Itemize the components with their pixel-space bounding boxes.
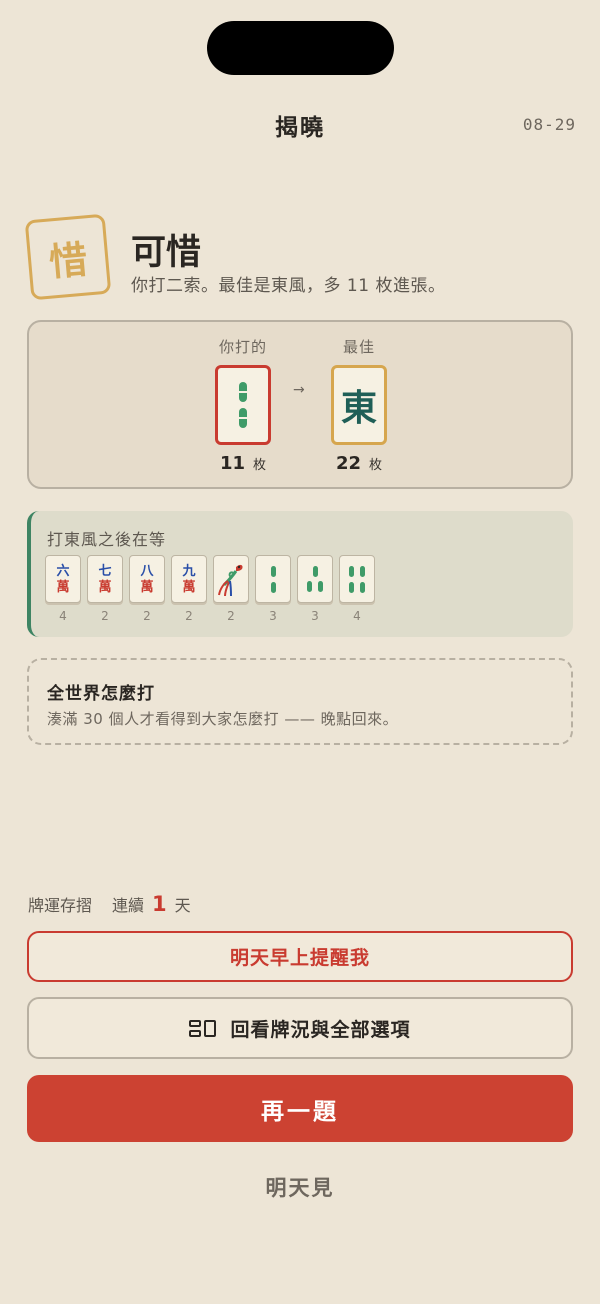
bamboo-stick-icon	[307, 581, 312, 592]
waiting-tile: 2	[213, 555, 249, 623]
tile-seven-character: 七萬	[87, 555, 123, 603]
world-stats-subtitle: 湊滿 30 個人才看得到大家怎麼打 —— 晚點回來。	[47, 710, 399, 728]
bamboo-stick-icon	[239, 408, 247, 428]
tile-remaining-count: 2	[101, 609, 109, 623]
bamboo-stick-icon	[349, 581, 354, 593]
puzzle-date: 08-29	[522, 115, 576, 134]
waiting-tile: 七萬 2	[87, 555, 123, 623]
tile-east-wind: 東	[331, 365, 387, 445]
dynamic-island	[207, 21, 394, 75]
waiting-tile: 3	[255, 555, 291, 623]
tile-three-bamboo	[297, 555, 333, 603]
tile-six-character: 六萬	[45, 555, 81, 603]
bamboo-stick-icon	[270, 581, 276, 593]
tile-eight-character: 八萬	[129, 555, 165, 603]
review-hand-button[interactable]: 回看牌況與全部選項	[27, 997, 573, 1059]
streak-suffix: 天	[174, 896, 191, 915]
your-discard-count: 11 枚	[219, 453, 267, 474]
tile-remaining-count: 4	[353, 609, 361, 623]
bird-icon	[218, 564, 243, 597]
bamboo-stick-icon	[312, 566, 318, 577]
bamboo-stick-icon	[349, 565, 354, 577]
bamboo-stick-icon	[360, 581, 365, 593]
streak-label: 牌運存摺	[28, 896, 93, 915]
discard-comparison-card: 你打的 11 枚 最佳 東 22 枚	[27, 320, 573, 489]
tile-remaining-count: 3	[269, 609, 277, 623]
streak-prefix: 連續	[112, 896, 145, 915]
bamboo-stick-icon	[239, 382, 247, 402]
waiting-tile: 3	[297, 555, 333, 623]
review-hand-label: 回看牌況與全部選項	[230, 1018, 411, 1041]
east-wind-glyph: 東	[340, 387, 377, 429]
waiting-tiles-title: 打東風之後在等	[47, 530, 167, 549]
tile-four-bamboo	[339, 555, 375, 603]
best-discard-label: 最佳	[342, 338, 375, 356]
streak-count: 1	[152, 892, 167, 916]
waiting-tile: 八萬 2	[129, 555, 165, 623]
remind-tomorrow-button[interactable]: 明天早上提醒我	[27, 931, 573, 982]
tile-nine-character: 九萬	[171, 555, 207, 603]
verdict-stamp: 惜	[24, 213, 112, 301]
waiting-tiles-list: 六萬 4 七萬 2 八萬 2 九萬 2 2 3 3 4	[45, 555, 375, 623]
tile-remaining-count: 2	[185, 609, 193, 623]
tile-one-bamboo	[213, 555, 249, 603]
next-puzzle-button[interactable]: 再一題	[27, 1075, 573, 1142]
tile-remaining-count: 3	[311, 609, 319, 623]
bamboo-stick-icon	[270, 565, 276, 577]
bamboo-stick-icon	[318, 581, 323, 592]
tile-remaining-count: 4	[59, 609, 67, 623]
layout-icon	[189, 1019, 217, 1037]
tile-two-bamboo	[215, 365, 271, 445]
best-discard: 最佳 東 22 枚	[331, 336, 387, 474]
waiting-tile: 4	[339, 555, 375, 623]
tile-remaining-count: 2	[143, 609, 151, 623]
arrow-right-icon: →	[293, 382, 305, 398]
your-discard-label: 你打的	[218, 338, 267, 356]
bamboo-stick-icon	[360, 565, 365, 577]
streak-row: 牌運存摺 連續 1 天	[28, 892, 191, 916]
tile-remaining-count: 2	[227, 609, 235, 623]
world-stats-card: 全世界怎麼打 湊滿 30 個人才看得到大家怎麼打 —— 晚點回來。	[27, 658, 573, 745]
waiting-tile: 六萬 4	[45, 555, 81, 623]
waiting-tile: 九萬 2	[171, 555, 207, 623]
verdict-title: 可惜	[131, 233, 202, 273]
see-you-tomorrow-link[interactable]: 明天見	[0, 1172, 600, 1202]
verdict-subtitle: 你打二索。最佳是東風，多 11 枚進張。	[131, 276, 446, 296]
tile-two-bamboo	[255, 555, 291, 603]
your-discard: 你打的 11 枚	[215, 336, 271, 474]
waiting-tiles-card: 打東風之後在等 六萬 4 七萬 2 八萬 2 九萬 2 2 3 3 4	[27, 511, 573, 637]
page-title: 揭曉	[275, 115, 325, 141]
world-stats-title: 全世界怎麼打	[47, 684, 155, 704]
best-discard-count: 22 枚	[335, 453, 383, 474]
